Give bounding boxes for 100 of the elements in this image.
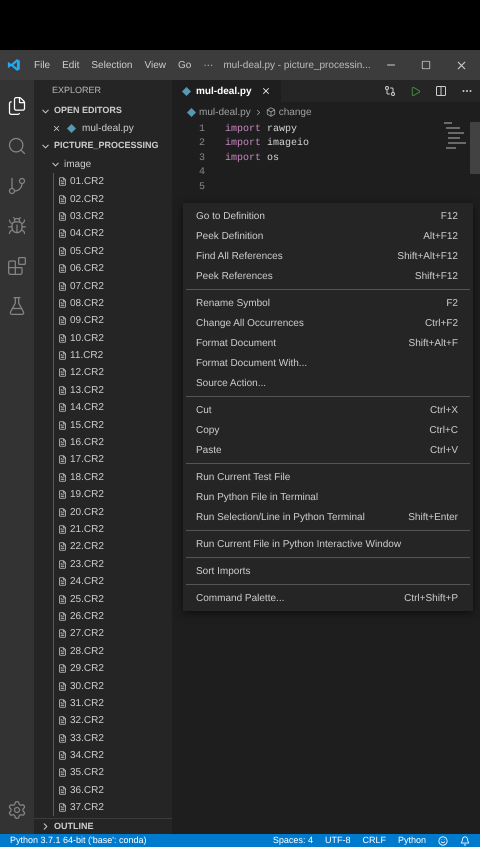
explorer-file-name[interactable]: 06.CR2 <box>70 261 104 276</box>
explorer-file-name[interactable]: 26.CR2 <box>70 608 104 624</box>
menu-item[interactable]: Peek References Shift+F12 <box>183 266 473 286</box>
menubar-entry[interactable]: Selection <box>85 58 138 72</box>
menubar-entry[interactable]: Edit <box>56 58 86 72</box>
split-editor-icon[interactable] <box>435 85 447 97</box>
explorer-file-name[interactable]: 16.CR2 <box>70 435 104 450</box>
menu-item[interactable]: Run Python File in Terminal <box>183 487 473 507</box>
files-icon[interactable] <box>7 96 27 116</box>
menu-item[interactable]: Run Selection/Line in Python Terminal Shift+Enter <box>183 507 473 527</box>
app-logo-icon <box>7 58 21 72</box>
explorer-file-name[interactable]: 15.CR2 <box>70 418 104 433</box>
explorer-file-name[interactable]: 03.CR2 <box>70 208 104 224</box>
close-icon[interactable] <box>455 58 468 72</box>
bug-icon[interactable] <box>7 216 27 236</box>
open-editor-item[interactable]: mul-deal.py <box>82 121 134 136</box>
bell-icon[interactable] <box>460 836 470 846</box>
scrollbar-thumb[interactable] <box>470 122 480 174</box>
explorer-file-name[interactable]: 10.CR2 <box>70 330 104 346</box>
status-item[interactable]: Python <box>398 834 426 847</box>
menu-item[interactable]: Copy Ctrl+C <box>183 420 473 440</box>
branch-icon[interactable] <box>7 176 27 196</box>
explorer-file-name[interactable]: 02.CR2 <box>70 192 104 207</box>
menu-item[interactable]: Find All References Shift+Alt+F12 <box>183 246 473 266</box>
python-file-icon <box>187 108 196 116</box>
menu-item[interactable]: Run Current File in Python Interactive Window <box>183 534 473 554</box>
smiley-icon[interactable] <box>438 836 448 846</box>
explorer-file-name[interactable]: 12.CR2 <box>70 365 104 380</box>
explorer-file-name[interactable]: 24.CR2 <box>70 574 104 590</box>
status-item[interactable]: CRLF <box>362 834 386 847</box>
explorer-file-name[interactable]: 18.CR2 <box>70 470 104 485</box>
explorer-file-name[interactable]: 36.CR2 <box>70 782 104 798</box>
explorer-file-name[interactable]: 30.CR2 <box>70 678 104 694</box>
explorer-file-name[interactable]: 07.CR2 <box>70 278 104 294</box>
explorer-file-name[interactable]: 28.CR2 <box>70 644 104 659</box>
menu-item[interactable]: Change All Occurrences Ctrl+F2 <box>183 313 473 333</box>
menu-item[interactable]: Sort Imports <box>183 561 473 581</box>
run-icon[interactable] <box>410 86 421 96</box>
explorer-file-name[interactable]: 05.CR2 <box>70 244 104 259</box>
status-item[interactable]: Spaces: 4 <box>272 834 313 847</box>
explorer-file-name[interactable]: 37.CR2 <box>70 800 104 816</box>
menu-item[interactable]: Format Document With... <box>183 353 473 373</box>
explorer-file-name[interactable]: 17.CR2 <box>70 452 104 468</box>
explorer-file-name[interactable]: 22.CR2 <box>70 539 104 554</box>
explorer-file-name[interactable]: 32.CR2 <box>70 713 104 728</box>
line-number: 5 <box>198 180 205 195</box>
python-interpreter[interactable]: Python 3.7.1 64-bit ('base': conda) <box>10 834 147 847</box>
explorer-file-name[interactable]: 01.CR2 <box>70 174 104 190</box>
menu-item[interactable]: Rename Symbol F2 <box>183 293 473 313</box>
explorer-file-name[interactable]: 33.CR2 <box>70 730 104 746</box>
compare-icon[interactable] <box>384 85 396 97</box>
explorer-file-name[interactable]: 34.CR2 <box>70 748 104 764</box>
explorer-file-name[interactable]: 29.CR2 <box>70 661 104 676</box>
menubar-entry[interactable]: View <box>138 58 172 72</box>
menubar-entry[interactable]: File <box>28 58 56 72</box>
explorer-file-name[interactable]: 04.CR2 <box>70 226 104 242</box>
explorer-file-name[interactable]: 11.CR2 <box>70 348 104 364</box>
file-icon <box>58 664 67 674</box>
menu-item[interactable]: Paste Ctrl+V <box>183 440 473 460</box>
menu-item[interactable]: Run Current Test File <box>183 467 473 487</box>
breadcrumb-item[interactable]: change <box>278 104 312 120</box>
explorer-file-name[interactable]: 14.CR2 <box>70 400 104 416</box>
close-icon[interactable] <box>260 86 271 96</box>
explorer-file-name[interactable]: 09.CR2 <box>70 313 104 328</box>
menu-item[interactable]: Format Document Shift+Alt+F <box>183 333 473 353</box>
explorer-file-name[interactable]: 20.CR2 <box>70 504 104 520</box>
close-icon[interactable] <box>52 124 61 133</box>
menu-item[interactable]: Source Action... <box>183 373 473 393</box>
explorer-file-name[interactable]: 31.CR2 <box>70 696 104 711</box>
settings-icon[interactable] <box>7 800 27 820</box>
menubar-entry[interactable]: Go <box>172 58 198 72</box>
explorer-file-name[interactable]: 08.CR2 <box>70 296 104 311</box>
status-item[interactable]: UTF-8 <box>324 834 350 847</box>
menu-item[interactable]: Command Palette... Ctrl+Shift+P <box>183 588 473 608</box>
section-header[interactable]: PICTURE_PROCESSING <box>34 137 172 155</box>
explorer-file-name[interactable]: 35.CR2 <box>70 765 104 780</box>
explorer-file-name[interactable]: 13.CR2 <box>70 382 104 398</box>
menu-item[interactable]: Peek Definition Alt+F12 <box>183 226 473 246</box>
blocks-icon[interactable] <box>7 256 27 276</box>
explorer-file-name[interactable]: 21.CR2 <box>70 522 104 537</box>
file-icon <box>58 455 67 464</box>
search-icon[interactable] <box>7 136 27 156</box>
flask-icon[interactable] <box>7 296 27 316</box>
section-header[interactable]: OPEN EDITORS <box>34 102 172 120</box>
explorer-file-name[interactable]: 19.CR2 <box>70 487 104 502</box>
explorer-file-name[interactable]: 25.CR2 <box>70 592 104 607</box>
editor-tab[interactable]: mul-deal.py <box>172 80 281 102</box>
menubar-entry[interactable]: ··· <box>197 58 220 72</box>
file-icon <box>58 560 67 569</box>
explorer-file-name[interactable]: 23.CR2 <box>70 556 104 572</box>
code-identifier: rawpy <box>267 122 298 137</box>
explorer-file-name[interactable]: 27.CR2 <box>70 626 104 642</box>
menu-item[interactable]: Go to Definition F12 <box>183 206 473 226</box>
folder-item[interactable]: image <box>64 156 92 172</box>
file-icon <box>58 612 67 621</box>
menu-item[interactable]: Cut Ctrl+X <box>183 400 473 420</box>
file-icon <box>58 490 67 500</box>
breadcrumb-item[interactable]: mul-deal.py <box>199 104 251 120</box>
maximize-icon[interactable] <box>421 60 431 70</box>
file-icon <box>58 194 67 204</box>
